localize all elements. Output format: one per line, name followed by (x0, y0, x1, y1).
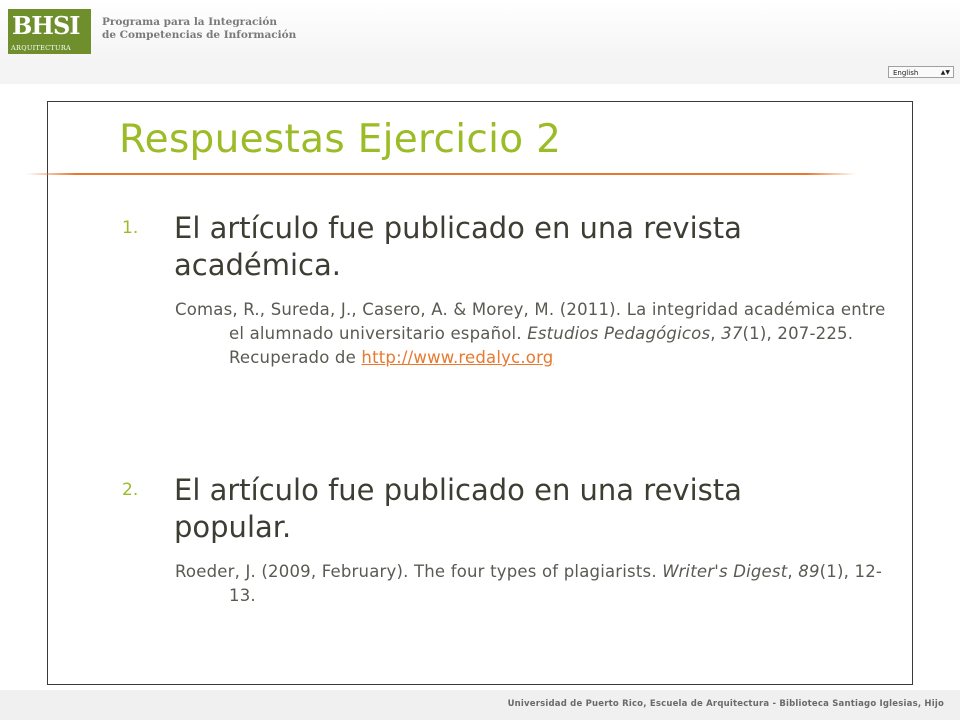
citation-authors: Roeder, J. (2009, February). The four ty… (175, 562, 663, 581)
site-footer: Universidad de Puerto Rico, Escuela de A… (0, 690, 960, 720)
select-arrows-icon: ▲▼ (940, 69, 950, 76)
citation-separator: , (787, 562, 799, 581)
program-name-line-2: de Competencias de Información (102, 29, 297, 41)
citation-volume: 37 (721, 324, 743, 343)
site-header: BHSI ARQUITECTURA Programa para la Integ… (0, 0, 960, 63)
program-name: Programa para la Integración de Competen… (102, 16, 296, 42)
answer-number: 1. (122, 218, 139, 238)
language-bar (0, 62, 960, 84)
citation-2: Roeder, J. (2009, February). The four ty… (175, 560, 889, 608)
bhsi-logo[interactable]: BHSI ARQUITECTURA (8, 9, 91, 54)
citation-journal: Estudios Pedagógicos (527, 324, 711, 343)
slide-title: Respuestas Ejercicio 2 (119, 117, 562, 162)
logo-subtitle: ARQUITECTURA (11, 44, 72, 52)
language-select-value: English (893, 69, 919, 77)
citation-1: Comas, R., Sureda, J., Casero, A. & More… (175, 298, 889, 370)
logo-mark: BHSI (12, 11, 81, 40)
answer-text: El artículo fue publicado en una revista… (174, 473, 742, 544)
answer-number: 2. (122, 480, 139, 500)
answer-text: El artículo fue publicado en una revista… (174, 211, 742, 282)
program-name-line-1: Programa para la Integración (102, 16, 278, 28)
title-divider (26, 173, 856, 175)
slide: Respuestas Ejercicio 2 1. El artículo fu… (26, 101, 913, 685)
footer-text: Universidad de Puerto Rico, Escuela de A… (507, 699, 944, 709)
language-select[interactable]: English ▲▼ (888, 66, 954, 78)
citation-volume: 89 (798, 562, 820, 581)
redalyc-link[interactable]: http://www.redalyc.org (361, 348, 553, 367)
citation-separator: , (710, 324, 722, 343)
citation-journal: Writer's Digest (662, 562, 788, 581)
